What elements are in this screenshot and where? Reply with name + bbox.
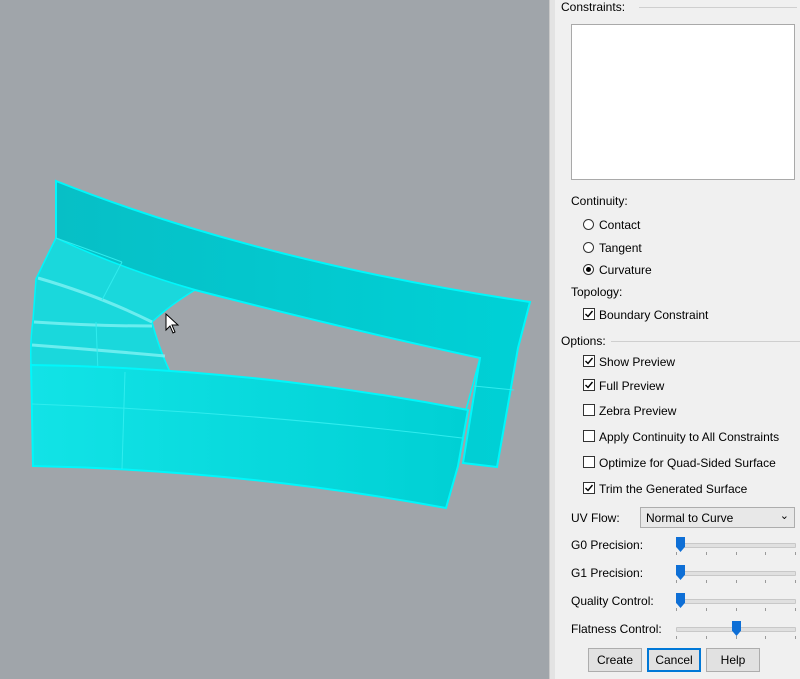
mouse-cursor-icon [165, 312, 180, 334]
slider-tick [765, 608, 766, 611]
slider-tick [706, 636, 707, 639]
slider-tick [706, 552, 707, 555]
boundary-constraint-label: Boundary Constraint [599, 308, 709, 322]
slider-tick [706, 608, 707, 611]
constraints-list[interactable] [571, 24, 795, 180]
g0-precision-slider[interactable] [676, 535, 796, 555]
trim-surface-checkbox[interactable] [583, 482, 595, 494]
radio-contact[interactable] [583, 219, 594, 230]
blend-surface-panel: Constraints: Continuity: Contact Tangent… [555, 0, 800, 679]
zebra-preview-checkbox[interactable] [583, 404, 595, 416]
continuity-label: Continuity: [571, 194, 628, 208]
slider-thumb[interactable] [676, 565, 685, 580]
slider-tick [795, 636, 796, 639]
slider-tick [795, 552, 796, 555]
slider-thumb[interactable] [676, 537, 685, 552]
quality-control-label: Quality Control: [571, 594, 654, 608]
create-button[interactable]: Create [588, 648, 642, 672]
slider-track [676, 543, 796, 548]
g1-precision-slider[interactable] [676, 563, 796, 583]
slider-thumb[interactable] [676, 593, 685, 608]
radio-curvature[interactable] [583, 264, 594, 275]
3d-viewport[interactable] [0, 0, 549, 679]
show-preview-checkbox[interactable] [583, 355, 595, 367]
constraints-label: Constraints: [561, 0, 626, 14]
slider-tick [736, 636, 737, 639]
optimize-quad-label: Optimize for Quad-Sided Surface [599, 456, 776, 470]
help-button[interactable]: Help [706, 648, 760, 672]
constraints-divider [639, 7, 797, 8]
uv-flow-select[interactable]: Normal to Curve ⌄ [640, 507, 795, 528]
check-icon [585, 381, 594, 389]
quality-control-slider[interactable] [676, 591, 796, 611]
slider-track [676, 599, 796, 604]
show-preview-label: Show Preview [599, 355, 676, 369]
surface-model [29, 179, 532, 510]
check-icon [585, 357, 594, 365]
slider-tick [765, 552, 766, 555]
options-divider [611, 341, 800, 342]
slider-tick [736, 608, 737, 611]
options-label: Options: [561, 334, 606, 348]
flatness-control-slider[interactable] [676, 619, 796, 639]
continuity-option-label: Tangent [599, 241, 642, 255]
slider-tick [795, 580, 796, 583]
slider-thumb[interactable] [732, 621, 741, 636]
topology-label: Topology: [571, 285, 623, 299]
slider-tick [676, 636, 677, 639]
check-icon [585, 484, 594, 492]
radio-tangent[interactable] [583, 242, 594, 253]
boundary-constraint-checkbox[interactable] [583, 308, 595, 320]
trim-surface-label: Trim the Generated Surface [599, 482, 748, 496]
apply-continuity-checkbox[interactable] [583, 430, 595, 442]
slider-tick [795, 608, 796, 611]
g1-precision-label: G1 Precision: [571, 566, 644, 580]
full-preview-checkbox[interactable] [583, 379, 595, 391]
g0-precision-label: G0 Precision: [571, 538, 644, 552]
slider-tick [765, 636, 766, 639]
slider-tick [676, 552, 677, 555]
continuity-option-label: Curvature [599, 263, 652, 277]
slider-tick [736, 552, 737, 555]
uv-flow-label: UV Flow: [571, 511, 620, 525]
chevron-down-icon: ⌄ [779, 510, 789, 522]
uv-flow-value: Normal to Curve [646, 511, 734, 525]
flatness-control-label: Flatness Control: [571, 622, 662, 636]
slider-tick [736, 580, 737, 583]
full-preview-label: Full Preview [599, 379, 665, 393]
continuity-option-label: Contact [599, 218, 641, 232]
cancel-button[interactable]: Cancel [647, 648, 701, 672]
slider-tick [765, 580, 766, 583]
bottom-band-surface [29, 363, 470, 510]
apply-continuity-label: Apply Continuity to All Constraints [599, 430, 780, 444]
slider-track [676, 571, 796, 576]
check-icon [585, 310, 594, 318]
slider-tick [676, 580, 677, 583]
optimize-quad-checkbox[interactable] [583, 456, 595, 468]
slider-tick [706, 580, 707, 583]
zebra-preview-label: Zebra Preview [599, 404, 677, 418]
slider-tick [676, 608, 677, 611]
